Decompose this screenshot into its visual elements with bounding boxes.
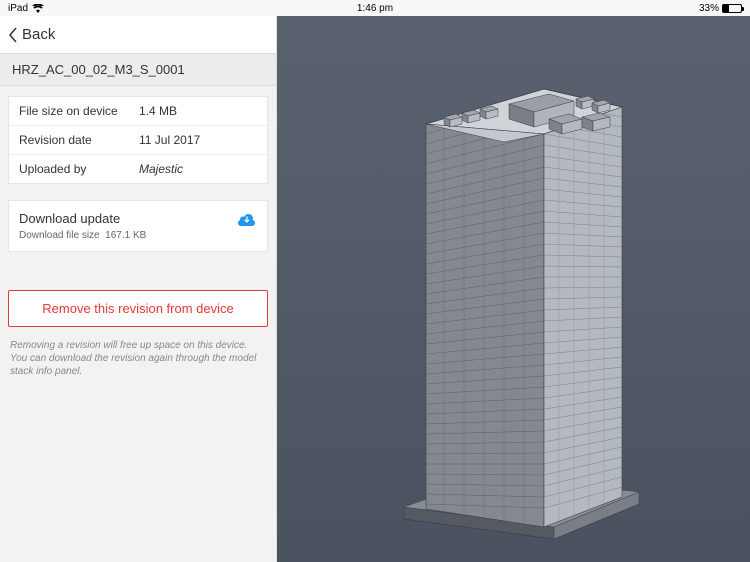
carrier-label: iPad (8, 3, 28, 14)
wifi-icon (32, 4, 44, 13)
file-info-card: File size on device 1.4 MB Revision date… (8, 96, 268, 184)
building-model (344, 29, 684, 549)
file-title: HRZ_AC_00_02_M3_S_0001 (0, 54, 276, 86)
back-button[interactable]: Back (8, 26, 55, 43)
header-bar: Back (0, 16, 276, 54)
cloud-download-icon (237, 211, 257, 227)
uploader-value: Majestic (139, 162, 183, 176)
clock: 1:46 pm (357, 3, 393, 14)
download-sub: Download file size 167.1 KB (19, 230, 257, 241)
model-viewport[interactable] (277, 16, 750, 562)
back-label: Back (22, 26, 55, 43)
battery-percent: 33% (699, 3, 719, 14)
remove-revision-button[interactable]: Remove this revision from device (8, 290, 268, 327)
filesize-label: File size on device (19, 104, 139, 118)
revdate-value: 11 Jul 2017 (139, 133, 200, 147)
revdate-label: Revision date (19, 133, 139, 147)
sidebar: Back HRZ_AC_00_02_M3_S_0001 File size on… (0, 16, 277, 562)
remove-note: Removing a revision will free up space o… (10, 339, 266, 378)
download-update-card[interactable]: Download update Download file size 167.1… (8, 200, 268, 252)
status-bar: iPad 1:46 pm 33% (0, 0, 750, 16)
filesize-value: 1.4 MB (139, 104, 177, 118)
uploader-label: Uploaded by (19, 162, 139, 176)
battery-icon (722, 4, 742, 13)
download-title: Download update (19, 211, 257, 226)
chevron-left-icon (8, 27, 18, 43)
